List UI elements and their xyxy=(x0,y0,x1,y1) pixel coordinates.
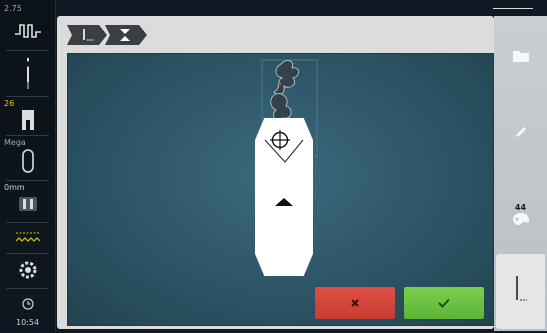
needle-button[interactable] xyxy=(0,56,55,96)
cancel-button[interactable] xyxy=(315,287,395,319)
top-divider xyxy=(493,8,533,9)
stitch-plate-label: Mega xyxy=(4,138,26,147)
breadcrumb-embroidery[interactable] xyxy=(67,25,107,45)
confirm-button[interactable] xyxy=(404,287,484,319)
clock-time: 10:54 xyxy=(16,318,40,327)
feed-dog-button[interactable] xyxy=(0,196,55,216)
thread-tension-icon xyxy=(14,24,41,38)
needle-position-crosshair-icon[interactable] xyxy=(269,129,291,151)
palette-icon xyxy=(512,212,529,225)
file-button[interactable] xyxy=(494,46,547,66)
close-icon xyxy=(351,299,359,307)
bobbin-button[interactable] xyxy=(0,229,55,251)
folder-icon xyxy=(512,51,529,62)
move-up-arrow-icon xyxy=(275,198,293,206)
pencil-icon xyxy=(515,127,526,137)
color-count: 44 xyxy=(514,202,527,212)
bobbin-thread-icon xyxy=(15,232,40,242)
presser-foot-icon xyxy=(21,110,34,130)
settings-button[interactable] xyxy=(0,260,55,284)
embroidery-dialog xyxy=(57,16,494,329)
stitch-plate-icon xyxy=(21,149,34,173)
tension-value: 2.75 xyxy=(4,4,22,13)
color-button[interactable]: 44 xyxy=(494,194,547,234)
feed-dog-icon xyxy=(18,197,37,211)
embroidery-tab[interactable] xyxy=(496,254,545,329)
embroidery-canvas[interactable] xyxy=(67,53,494,326)
tension-button[interactable] xyxy=(0,20,55,46)
embroidery-needle-icon xyxy=(516,276,527,301)
breadcrumb-move[interactable] xyxy=(105,25,147,45)
stitch-plate-button[interactable] xyxy=(0,148,55,178)
clock-icon xyxy=(21,298,34,310)
gear-icon xyxy=(19,261,36,279)
status-sidebar: 2.75 26 Mega 0mm 10:54 xyxy=(0,0,56,331)
presser-foot-button[interactable] xyxy=(0,108,55,136)
clock-area xyxy=(0,295,55,314)
needle-icon xyxy=(26,58,29,89)
embroidery-mode-icon xyxy=(67,25,107,45)
edit-button[interactable] xyxy=(494,122,547,142)
hoop-move-icon xyxy=(105,25,147,45)
checkmark-icon xyxy=(438,298,450,308)
feed-dog-label: 0mm xyxy=(4,183,25,192)
foot-number: 26 xyxy=(4,99,15,108)
